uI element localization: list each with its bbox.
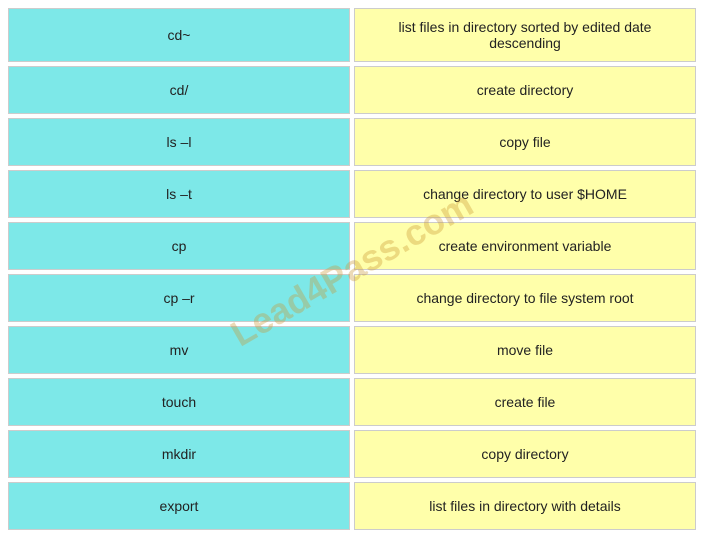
command-grid: cd~list files in directory sorted by edi… [8, 8, 696, 530]
description-cell: copy file [354, 118, 696, 166]
main-container: Lead4Pass.com cd~list files in directory… [0, 0, 704, 538]
command-cell: ls –l [8, 118, 350, 166]
description-cell: change directory to user $HOME [354, 170, 696, 218]
command-cell: export [8, 482, 350, 530]
command-cell: ls –t [8, 170, 350, 218]
command-cell: cp [8, 222, 350, 270]
description-cell: create file [354, 378, 696, 426]
description-cell: create directory [354, 66, 696, 114]
description-cell: list files in directory sorted by edited… [354, 8, 696, 62]
command-cell: touch [8, 378, 350, 426]
command-cell: cd/ [8, 66, 350, 114]
description-cell: create environment variable [354, 222, 696, 270]
description-cell: move file [354, 326, 696, 374]
command-cell: cd~ [8, 8, 350, 62]
description-cell: change directory to file system root [354, 274, 696, 322]
command-cell: cp –r [8, 274, 350, 322]
description-cell: list files in directory with details [354, 482, 696, 530]
command-cell: mkdir [8, 430, 350, 478]
command-cell: mv [8, 326, 350, 374]
description-cell: copy directory [354, 430, 696, 478]
